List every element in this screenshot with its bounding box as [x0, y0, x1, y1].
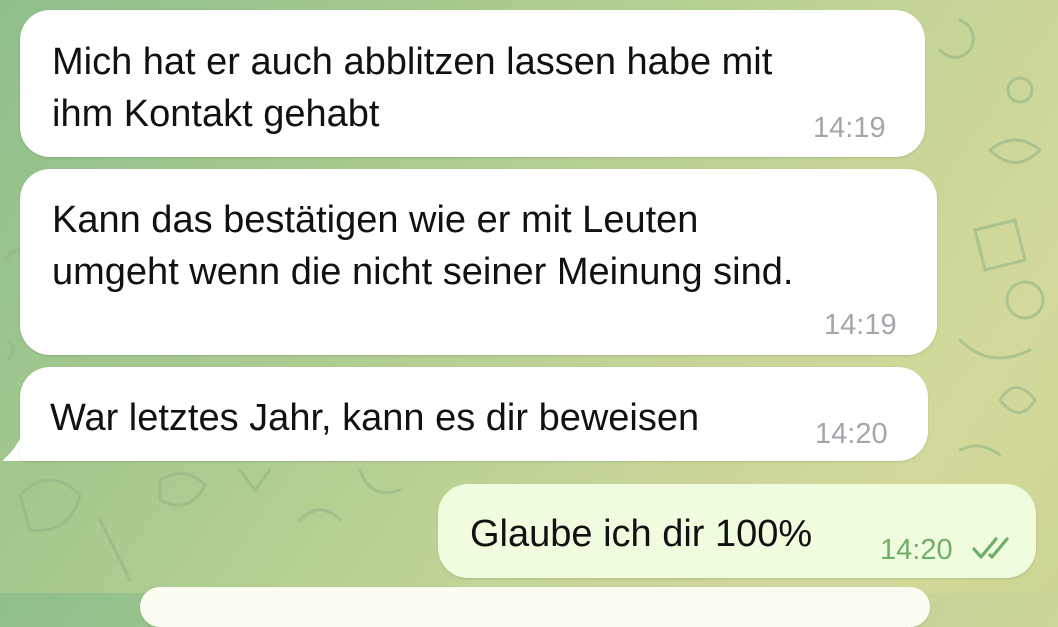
message-bubble-incoming[interactable]: Kann das bestätigen wie er mit Leuten um… — [20, 169, 937, 355]
message-bubble-partial — [140, 587, 930, 627]
message-text-line: War letztes Jahr, kann es dir beweisen — [50, 397, 700, 439]
message-text-line: Glaube ich dir 100% — [470, 513, 813, 555]
message-text-line: umgeht wenn die nicht seiner Meinung sin… — [52, 251, 794, 293]
message-bubble-incoming[interactable]: Mich hat er auch abblitzen lassen habe m… — [20, 10, 925, 157]
message-timestamp: 14:19 — [813, 112, 886, 144]
message-timestamp: 14:19 — [824, 309, 897, 341]
message-text-line: ihm Kontakt gehabt — [52, 93, 380, 135]
message-text-line: Kann das bestätigen wie er mit Leuten — [52, 199, 699, 241]
message-timestamp: 14:20 — [880, 534, 953, 566]
message-bubble-outgoing[interactable]: Glaube ich dir 100% 14:20 — [438, 484, 1036, 578]
message-timestamp: 14:20 — [815, 418, 888, 450]
double-check-icon — [972, 537, 1009, 559]
message-bubble-incoming[interactable]: War letztes Jahr, kann es dir beweisen 1… — [20, 367, 928, 461]
message-text-line: Mich hat er auch abblitzen lassen habe m… — [52, 41, 773, 83]
